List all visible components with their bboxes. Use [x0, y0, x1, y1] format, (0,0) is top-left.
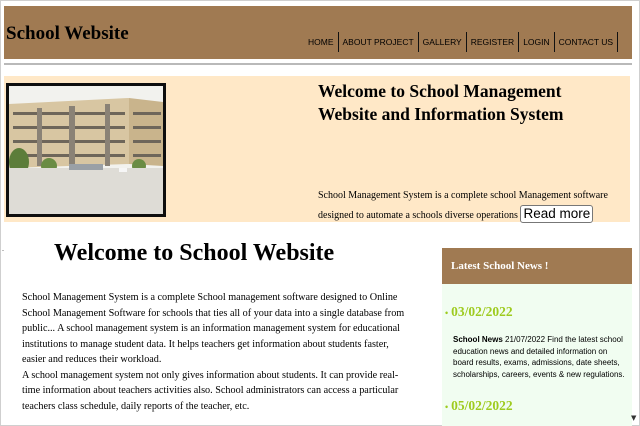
main-description: School Management System is a complete S… [22, 290, 412, 414]
news-item-1-title[interactable]: School News [453, 335, 503, 344]
nav-login-link[interactable]: LOGIN [520, 37, 552, 48]
stray-dot: . [2, 244, 4, 253]
news-date-2-text: 05/02/2022 [451, 398, 513, 413]
read-more-button[interactable]: Read more [520, 205, 594, 223]
main-paragraph-2: A school management system not only give… [22, 369, 399, 412]
news-item-1: School News 21/07/2022 Find the latest s… [453, 334, 628, 380]
nav-separator [465, 32, 467, 52]
main-title: Welcome to School Website [54, 240, 335, 266]
main-nav: HOME ABOUT PROJECT GALLERY REGISTER LOGI… [305, 32, 619, 52]
nav-gallery-link[interactable]: GALLERY [420, 37, 465, 48]
bullet-icon: • [445, 401, 449, 412]
school-building-image [6, 83, 166, 217]
nav-separator [518, 32, 520, 52]
header-divider [4, 63, 632, 65]
site-brand[interactable]: School Website [6, 23, 129, 45]
nav-separator [337, 32, 339, 52]
nav-about-project-link[interactable]: ABOUT PROJECT [340, 37, 417, 48]
hero-banner: Welcome to School Management Website and… [4, 76, 630, 225]
nav-separator [617, 32, 619, 52]
nav-register-link[interactable]: REGISTER [468, 37, 517, 48]
nav-home-link[interactable]: HOME [305, 37, 337, 48]
nav-separator [417, 32, 419, 52]
scroll-down-arrow-icon[interactable]: ▼ [631, 414, 636, 422]
news-date-2: • 05/02/2022 [445, 398, 513, 414]
site-header: School Website HOME ABOUT PROJECT GALLER… [4, 6, 632, 59]
hero-title: Welcome to School Management Website and… [318, 81, 564, 124]
news-header-label: Latest School News ! [451, 260, 549, 272]
news-date-1-text: 03/02/2022 [451, 304, 513, 319]
hero-description: School Management System is a complete s… [318, 186, 618, 225]
news-header: Latest School News ! [442, 248, 632, 284]
news-date-1: • 03/02/2022 [445, 304, 513, 320]
main-paragraph-1: School Management System is a complete S… [22, 292, 405, 365]
bullet-icon: • [445, 307, 449, 318]
latest-news-panel: Latest School News ! • 03/02/2022 School … [442, 248, 632, 426]
nav-separator [553, 32, 555, 52]
nav-contact-us-link[interactable]: CONTACT US [556, 37, 616, 48]
